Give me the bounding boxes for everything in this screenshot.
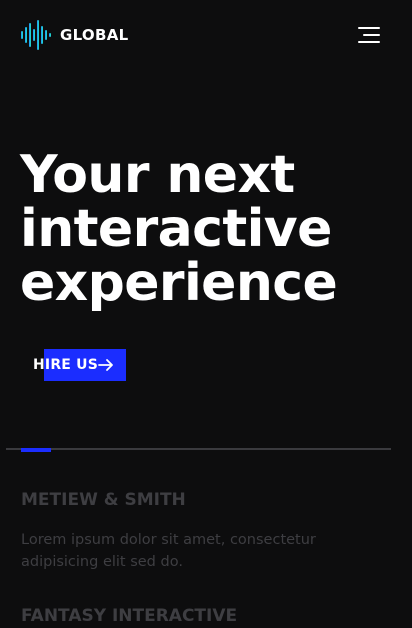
audio-wave-icon [21,20,51,50]
logo[interactable]: GLOBAL [20,20,129,50]
menu-line [363,34,380,36]
hero-title: Your next interactive experience [20,145,338,313]
entry-title[interactable]: METIEW & SMITH [21,490,186,510]
arrow-right-icon [98,359,113,371]
menu-line [358,41,380,43]
hire-us-label: HIRE US [33,357,98,373]
entry-text: Lorem ipsum dolor sit amet, consectetur … [21,532,316,570]
slider-track [6,448,391,450]
hire-us-button[interactable]: HIRE US [33,349,126,381]
menu-line [358,27,380,29]
page: GLOBAL Your next interactive experience … [0,0,412,628]
logo-text: GLOBAL [60,26,129,44]
entry-title[interactable]: FANTASY INTERACTIVE [21,606,237,626]
hamburger-menu-icon[interactable] [352,24,380,46]
slider-progress [21,448,51,452]
